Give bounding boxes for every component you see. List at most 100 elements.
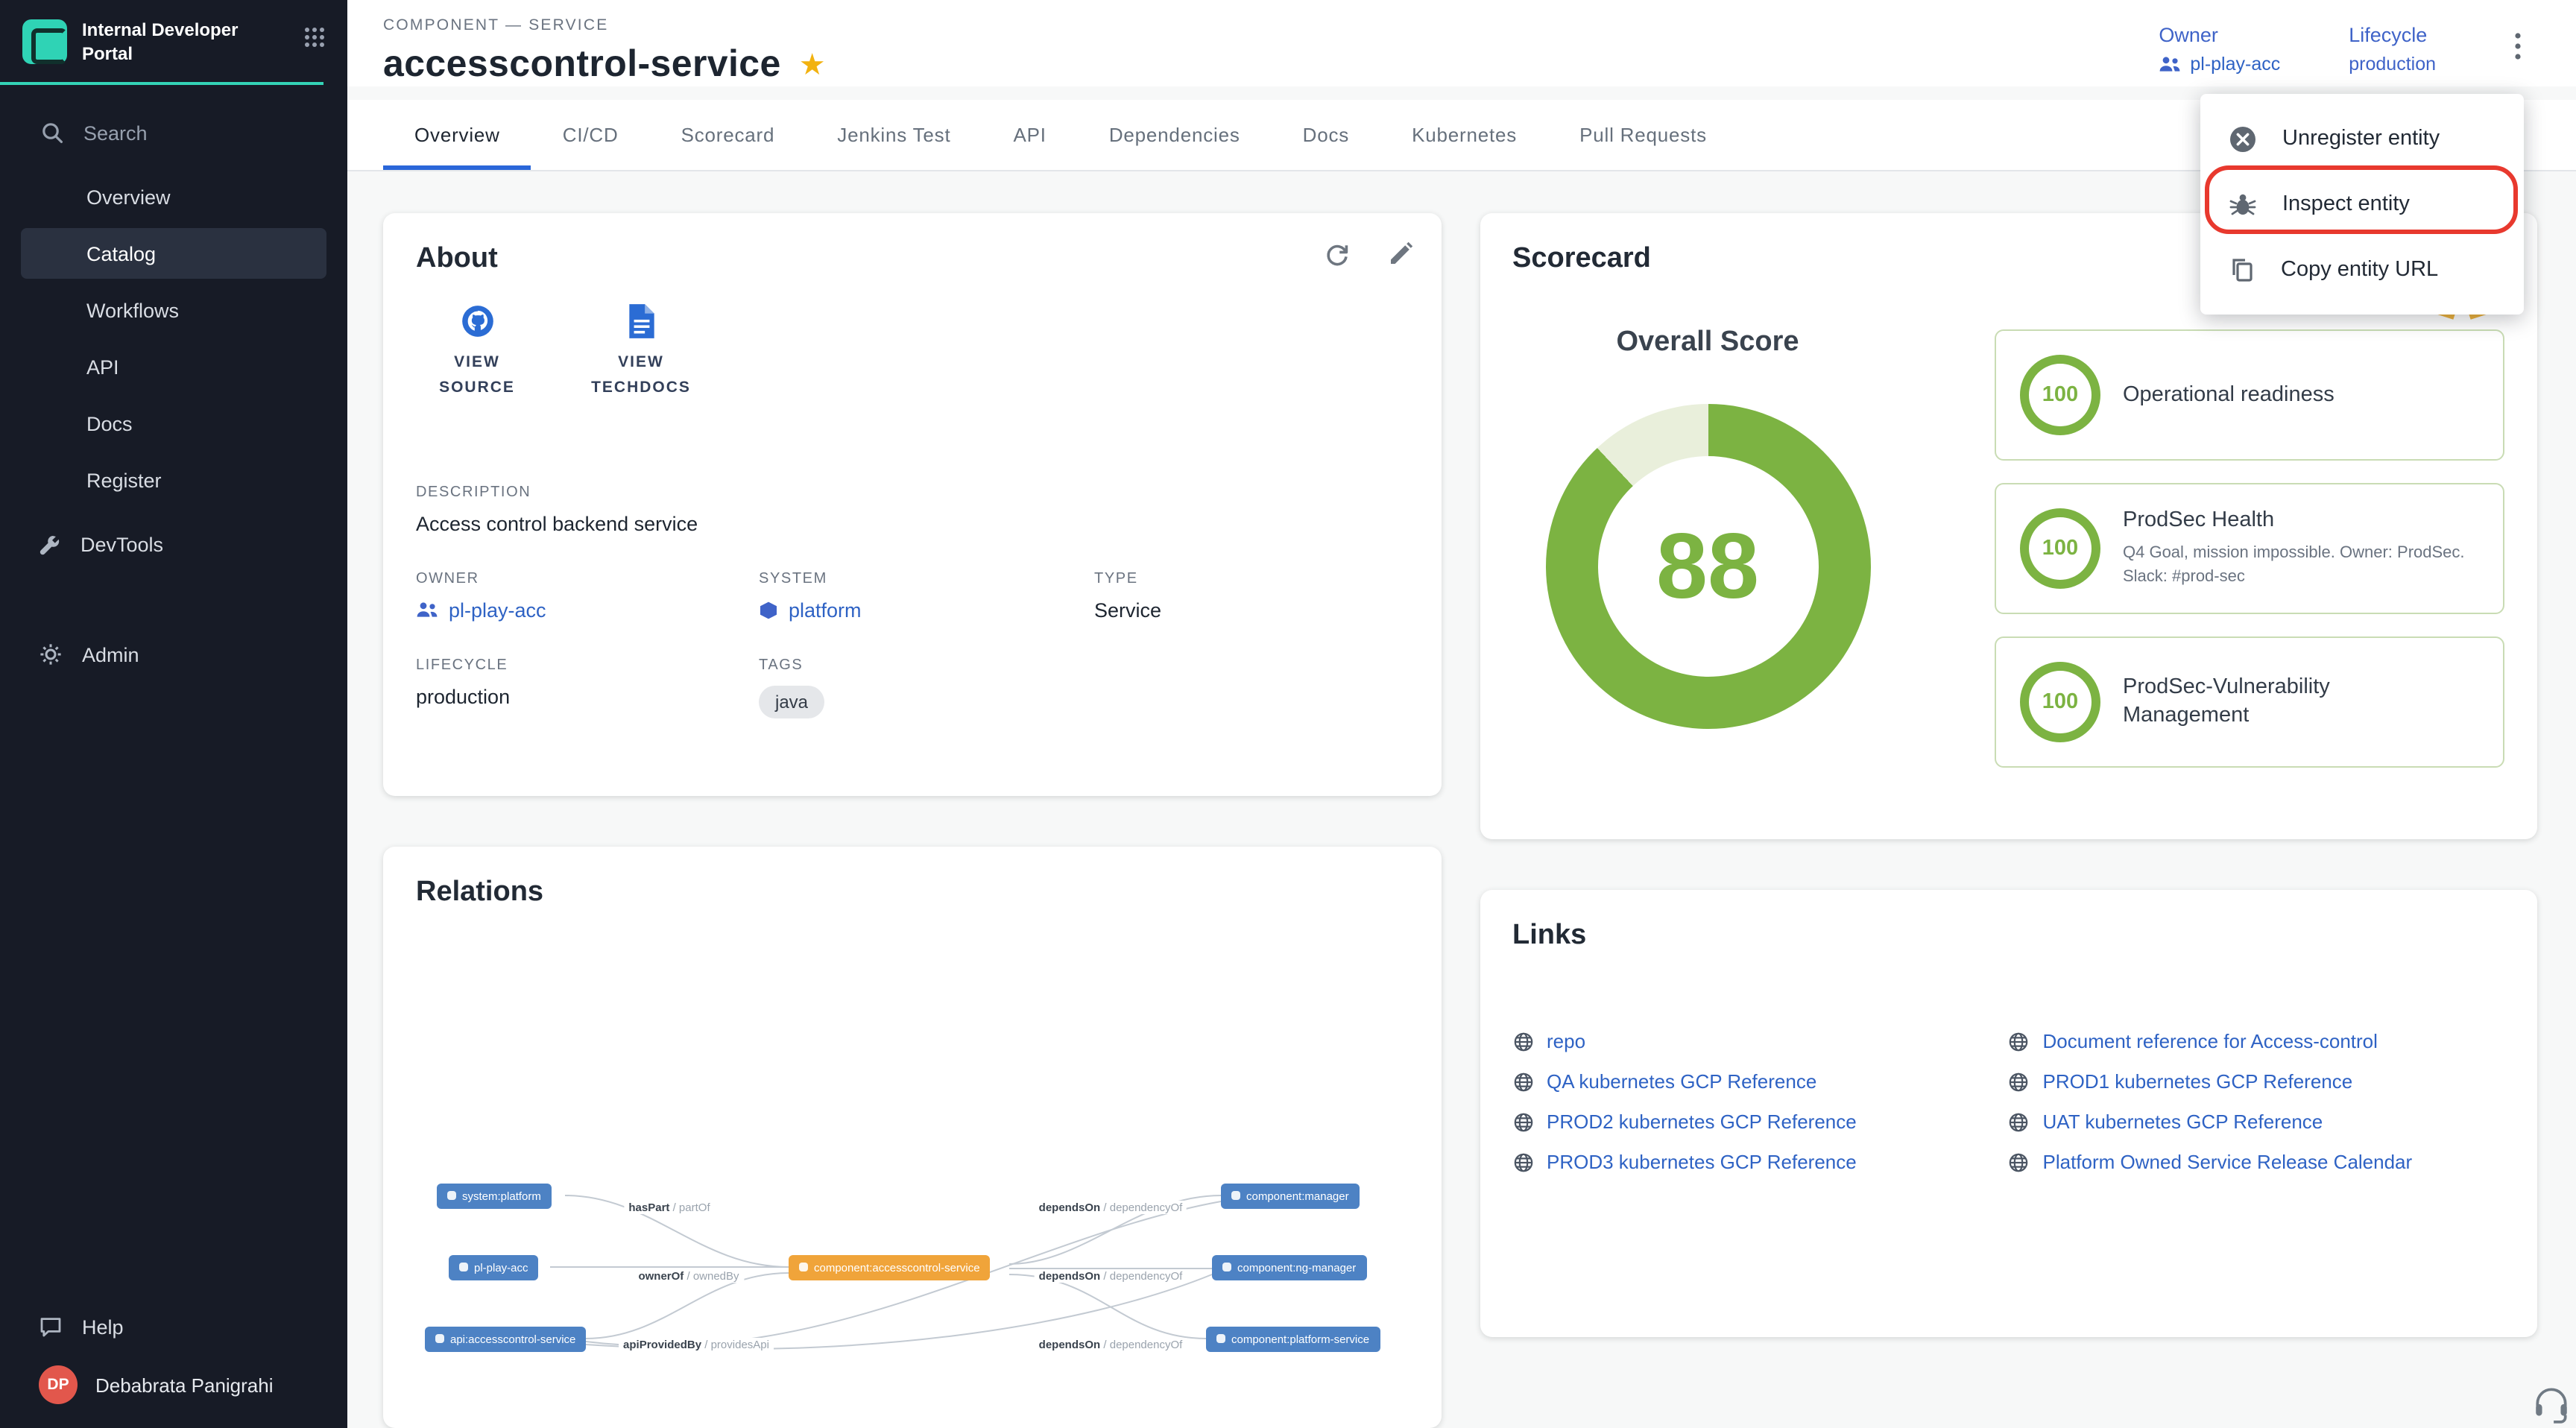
links-card: Links repo QA kubernetes GCP Reference [1480,890,2537,1337]
view-source-link[interactable]: VIEW SOURCE [416,303,538,400]
sidebar-nav: Overview Catalog Workflows API Docs Regi… [0,171,347,505]
link-document-reference[interactable]: Document reference for Access-control [2009,1030,2505,1052]
node-icon [435,1334,444,1343]
edge-label-dependson-2: dependsOn / dependencyOf [1035,1269,1187,1282]
copy-icon [2229,256,2255,283]
link-qa-kubernetes[interactable]: QA kubernetes GCP Reference [1512,1070,2009,1093]
wrench-icon [39,533,61,555]
sidebar-item-admin[interactable]: Admin [21,629,326,680]
tab-dependencies[interactable]: Dependencies [1078,100,1272,170]
tab-kubernetes[interactable]: Kubernetes [1380,100,1548,170]
score-ring: 100 [2020,508,2100,589]
type-value: Service [1094,598,1408,621]
link-prod1-kubernetes[interactable]: PROD1 kubernetes GCP Reference [2009,1070,2505,1093]
header-owner-field: Owner pl-play-acc [2159,24,2280,75]
system-value-link[interactable]: platform [759,598,1094,621]
globe-icon [2009,1111,2030,1132]
edit-pencil-icon[interactable] [1387,240,1414,270]
globe-icon [1512,1151,1533,1172]
tab-api[interactable]: API [982,100,1078,170]
scorecard-item-operational-readiness[interactable]: 100 Operational readiness [1995,329,2504,461]
support-headset-icon[interactable] [2531,1383,2572,1428]
owner-link[interactable]: pl-play-acc [2159,54,2280,75]
entity-kind-breadcrumb: COMPONENT — SERVICE [383,16,826,34]
sidebar-item-catalog[interactable]: Catalog [21,228,326,279]
owner-label: Owner [2159,24,2280,46]
help-chat-icon [39,1315,63,1339]
description-value: Access control backend service [416,512,1408,534]
sidebar-search[interactable]: Search [0,107,347,158]
app-title: Internal Developer Portal [82,19,288,66]
owner-field: OWNER pl-play-acc [416,570,759,621]
page-title: accesscontrol-service [383,43,781,86]
lifecycle-label: Lifecycle [2349,24,2436,46]
system-field: SYSTEM platform [759,570,1094,621]
description-field: DESCRIPTION Access control backend servi… [416,484,1408,534]
app-logo [22,19,67,64]
sidebar-item-register[interactable]: Register [21,455,326,505]
favorite-star-icon[interactable] [799,49,826,80]
sidebar-item-api[interactable]: API [21,341,326,392]
link-prod2-kubernetes[interactable]: PROD2 kubernetes GCP Reference [1512,1111,2009,1133]
system-icon [759,600,778,619]
type-field: TYPE Service [1094,570,1408,621]
sidebar-item-docs[interactable]: Docs [21,398,326,449]
node-icon [1222,1263,1231,1271]
apps-grid-icon[interactable] [303,25,326,57]
sidebar-item-help[interactable]: Help [21,1301,326,1352]
graph-node-component-ng-manager[interactable]: component:ng-manager [1212,1254,1366,1280]
globe-icon [2009,1031,2030,1052]
menu-item-inspect-entity[interactable]: Inspect entity [2200,171,2524,237]
graph-node-component-manager[interactable]: component:manager [1221,1183,1360,1208]
scorecard-item-prodsec-health[interactable]: 100 ProdSec HealthQ4 Goal, mission impos… [1995,483,2504,614]
graph-node-system-platform[interactable]: system:platform [437,1183,552,1208]
sidebar-item-overview[interactable]: Overview [21,171,326,222]
tab-pull-requests[interactable]: Pull Requests [1548,100,1738,170]
about-card: About VIEW [383,213,1441,795]
sidebar-item-devtools[interactable]: DevTools [21,519,326,569]
link-uat-kubernetes[interactable]: UAT kubernetes GCP Reference [2009,1111,2505,1133]
search-icon [40,121,64,145]
links-title: Links [1512,920,2504,952]
page-content: About VIEW [347,171,2576,1428]
bug-icon [2229,190,2257,218]
tab-overview[interactable]: Overview [383,100,531,170]
relations-card: Relations system:platform [383,846,1441,1428]
graph-node-component-platform-service[interactable]: component:platform-service [1206,1326,1380,1351]
link-prod3-kubernetes[interactable]: PROD3 kubernetes GCP Reference [1512,1151,2009,1173]
user-profile[interactable]: DP Debabrata Panigrahi [0,1358,347,1413]
link-repo[interactable]: repo [1512,1030,2009,1052]
link-release-calendar[interactable]: Platform Owned Service Release Calendar [2009,1151,2505,1173]
sidebar-item-workflows[interactable]: Workflows [21,285,326,335]
lifecycle-value: production [2349,54,2436,75]
menu-item-copy-entity-url[interactable]: Copy entity URL [2200,237,2524,303]
view-techdocs-link[interactable]: VIEW TECHDOCS [580,303,702,400]
overall-score-donut: 88 [1545,404,1870,729]
graph-node-api-accesscontrol-service[interactable]: api:accesscontrol-service [425,1326,586,1351]
globe-icon [1512,1031,1533,1052]
tab-docs[interactable]: Docs [1272,100,1380,170]
menu-item-unregister-entity[interactable]: Unregister entity [2200,106,2524,171]
more-options-button[interactable] [2504,28,2531,72]
globe-icon [1512,1071,1533,1092]
header-lifecycle-field: Lifecycle production [2349,24,2436,75]
edge-label-dependson-1: dependsOn / dependencyOf [1035,1200,1187,1213]
about-title: About [416,243,1408,276]
scorecard-item-prodsec-vulnerability[interactable]: 100 ProdSec-Vulnerability Management [1995,636,2504,768]
tab-scorecard[interactable]: Scorecard [650,100,806,170]
tag-chip-java[interactable]: java [759,685,824,718]
score-ring: 100 [2020,355,2100,435]
accent-divider [0,82,323,85]
user-name: Debabrata Panigrahi [95,1374,274,1396]
refresh-icon[interactable] [1322,240,1351,270]
user-avatar: DP [39,1365,78,1404]
graph-node-pl-play-acc[interactable]: pl-play-acc [449,1254,539,1280]
node-icon [1231,1191,1240,1200]
tab-jenkins-test[interactable]: Jenkins Test [806,100,982,170]
entity-context-menu: Unregister entity Inspect entity Copy en… [2200,94,2524,315]
owner-value-link[interactable]: pl-play-acc [416,598,759,621]
search-label: Search [83,121,148,144]
graph-node-component-accesscontrol-service[interactable]: component:accesscontrol-service [789,1254,991,1280]
relations-graph[interactable]: system:platform pl-play-acc api:accessco… [383,846,1441,1428]
tab-cicd[interactable]: CI/CD [531,100,650,170]
